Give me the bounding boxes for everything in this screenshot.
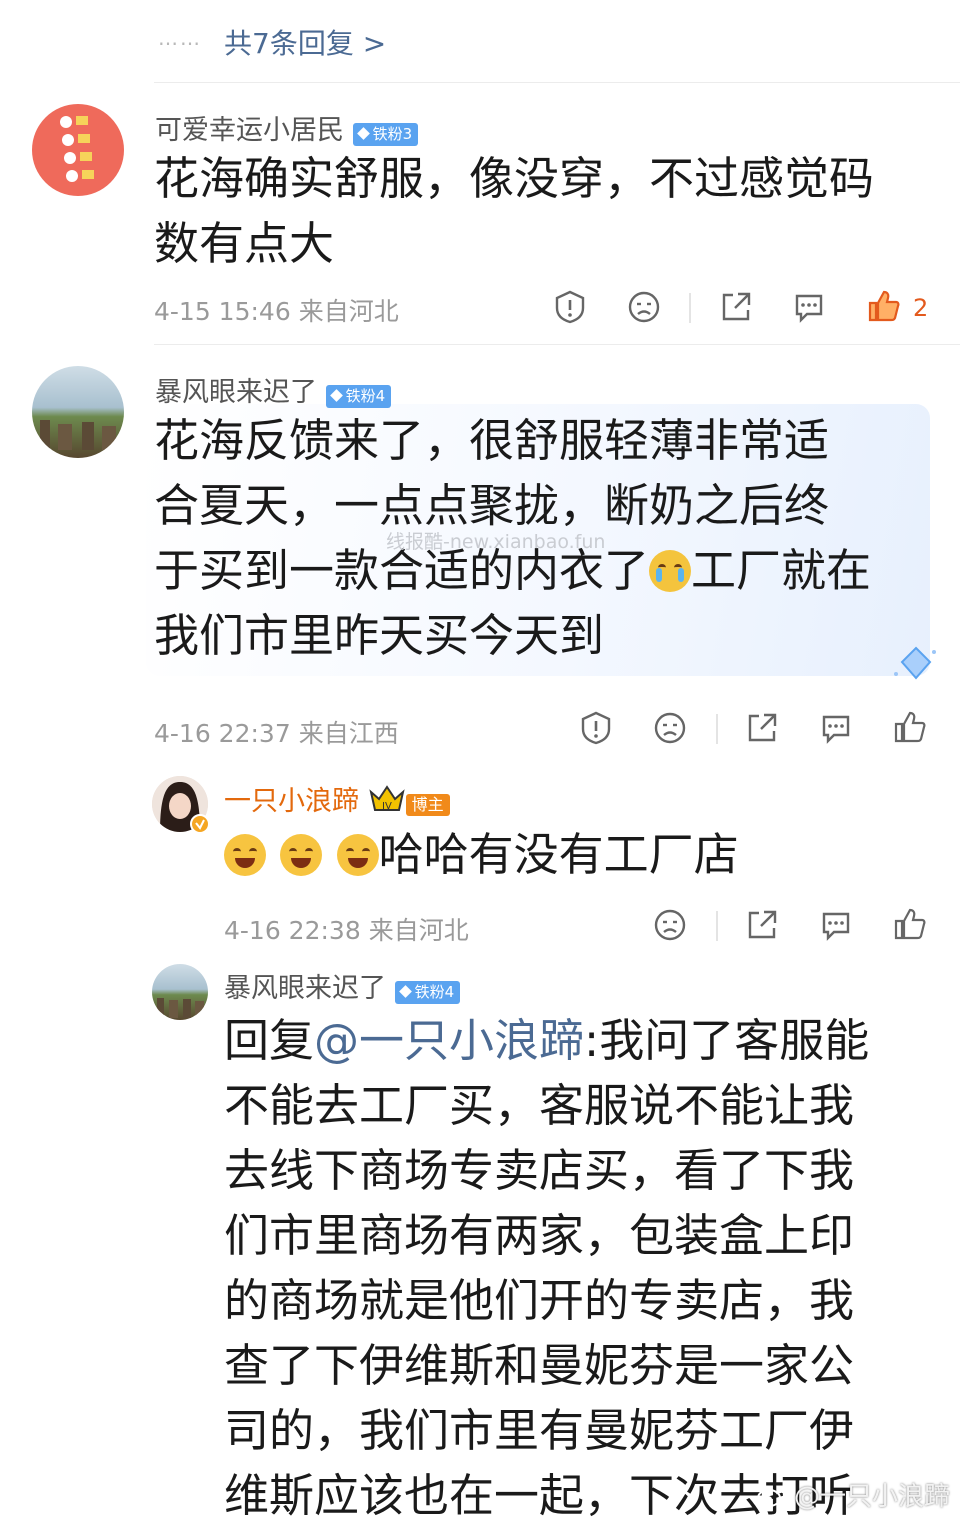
comment-text: 哈哈有没有工厂店 — [224, 822, 739, 887]
laughing-emoji-icon — [280, 834, 323, 876]
user-mention-link[interactable]: @一只小浪蹄 — [314, 1014, 584, 1067]
share-icon[interactable] — [744, 907, 780, 943]
comment-text: 花海确实舒服，像没穿，不过感觉码 数有点大 — [154, 146, 874, 276]
comment-line: 花海确实舒服，像没穿，不过感觉码 — [154, 152, 875, 205]
verified-icon — [190, 814, 210, 834]
comment-line: 们市里商场有两家，包装盒上印 — [224, 1209, 855, 1262]
weibo-watermark: @一只小浪蹄 — [756, 1476, 950, 1513]
share-icon[interactable] — [744, 710, 780, 746]
like-icon[interactable] — [892, 709, 928, 745]
more-dots: …… — [158, 26, 202, 50]
diamond-sparkle-icon — [894, 646, 936, 680]
watermark-handle: @一只小浪蹄 — [793, 1482, 950, 1512]
fan-badge-label: 铁粉3 — [372, 125, 413, 143]
divider — [154, 344, 960, 345]
dislike-face-icon[interactable] — [652, 710, 688, 746]
comment-icon[interactable] — [791, 289, 827, 325]
comment-line: 回复@一只小浪蹄:我问了客服能 — [224, 1008, 869, 1073]
fan-badge: 铁粉4 — [394, 981, 461, 1004]
fan-badge-label: 铁粉4 — [414, 983, 455, 1001]
location: 来自河北 — [368, 916, 469, 945]
report-icon[interactable] — [552, 289, 588, 325]
comment-text: 回复@一只小浪蹄:我问了客服能 不能去工厂买，客服说不能让我 去线下商场专卖店买… — [224, 1008, 869, 1528]
comment-line: 哈哈有没有工厂店 — [378, 828, 739, 881]
fan-badge: 铁粉3 — [352, 123, 419, 146]
timestamp: 4-16 22:37 — [154, 719, 291, 748]
avatar-image — [157, 998, 204, 1018]
svg-text:IV: IV — [382, 801, 392, 812]
comment-line: 不能去工厂买，客服说不能让我 — [224, 1079, 855, 1132]
watermark-text: 线报酷-new.xianbao.fun — [386, 531, 606, 553]
location: 来自江西 — [298, 719, 399, 748]
avatar-image — [40, 420, 116, 450]
location: 来自河北 — [298, 297, 399, 326]
like-icon[interactable] — [892, 906, 928, 942]
username[interactable]: 可爱幸运小居民 铁粉3 — [155, 108, 419, 147]
comment-meta: 4-16 22:38 来自河北 — [224, 911, 469, 947]
laughing-emoji-icon — [336, 834, 379, 876]
timestamp: 4-16 22:38 — [224, 916, 361, 945]
comment-line: 去线下商场专卖店买，看了下我 — [224, 1144, 855, 1197]
like-icon-active[interactable] — [866, 288, 902, 324]
timestamp: 4-15 15:46 — [154, 297, 291, 326]
diamond-icon — [356, 127, 370, 140]
like-count: 2 — [913, 294, 929, 322]
action-separator — [689, 293, 691, 323]
username[interactable]: 暴风眼来迟了 铁粉4 — [224, 966, 461, 1005]
weibo-logo-icon — [756, 1486, 784, 1507]
share-icon[interactable] — [718, 289, 754, 325]
action-separator — [716, 911, 718, 941]
avatar-image — [60, 116, 94, 182]
report-icon[interactable] — [578, 710, 614, 746]
emoji-mouth — [235, 858, 255, 868]
avatar[interactable] — [152, 964, 208, 1020]
dislike-face-icon[interactable] — [652, 907, 688, 943]
username-text: 暴风眼来迟了 — [155, 377, 317, 408]
crown-icon: IV — [368, 785, 405, 812]
comment-meta: 4-15 15:46 来自河北 — [154, 292, 399, 328]
comment-line: 数有点大 — [154, 217, 335, 270]
comment-line: 我们市里昨天买今天到 — [154, 609, 605, 662]
crying-emoji-icon — [649, 550, 692, 592]
comment-meta: 4-16 22:37 来自江西 — [154, 714, 399, 750]
comment-line-part: 工厂就在 — [691, 544, 872, 597]
username-text: 一只小浪蹄 — [224, 786, 359, 817]
dislike-face-icon[interactable] — [626, 289, 662, 325]
comment-line: 的商场就是他们开的专卖店，我 — [224, 1274, 855, 1327]
divider — [154, 82, 960, 83]
comment-line: 花海反馈来了，很舒服轻薄非常适 — [154, 414, 830, 467]
laughing-emoji-icon — [224, 834, 266, 876]
username[interactable]: 暴风眼来迟了 铁粉4 — [155, 370, 392, 409]
emoji-mouth — [291, 858, 312, 868]
diamond-icon — [329, 389, 343, 402]
comment-line: 司的，我们市里有曼妮芬工厂伊 — [224, 1404, 855, 1457]
username-text: 暴风眼来迟了 — [224, 973, 386, 1004]
comment-line-part: :我问了客服能 — [584, 1014, 870, 1067]
avatar[interactable] — [152, 776, 210, 834]
fan-badge: 铁粉4 — [325, 385, 392, 408]
owner-badge: 博主 — [405, 794, 450, 816]
comment-line: 查了下伊维斯和曼妮芬是一家公 — [224, 1339, 855, 1392]
comment-icon[interactable] — [818, 710, 854, 746]
action-separator — [716, 714, 718, 744]
reply-prefix: 回复 — [224, 1014, 315, 1067]
avatar[interactable] — [32, 104, 124, 196]
username-text: 可爱幸运小居民 — [155, 115, 344, 146]
fan-badge-label: 铁粉4 — [345, 387, 386, 405]
avatar[interactable] — [32, 366, 124, 458]
view-all-replies-link[interactable]: 共7条回复 > — [224, 22, 386, 62]
emoji-mouth — [347, 858, 368, 868]
tear — [678, 568, 685, 582]
diamond-icon — [398, 985, 412, 998]
comment-icon[interactable] — [818, 907, 854, 943]
tear — [656, 568, 663, 582]
username[interactable]: 一只小浪蹄 IV 博主 — [224, 779, 450, 818]
